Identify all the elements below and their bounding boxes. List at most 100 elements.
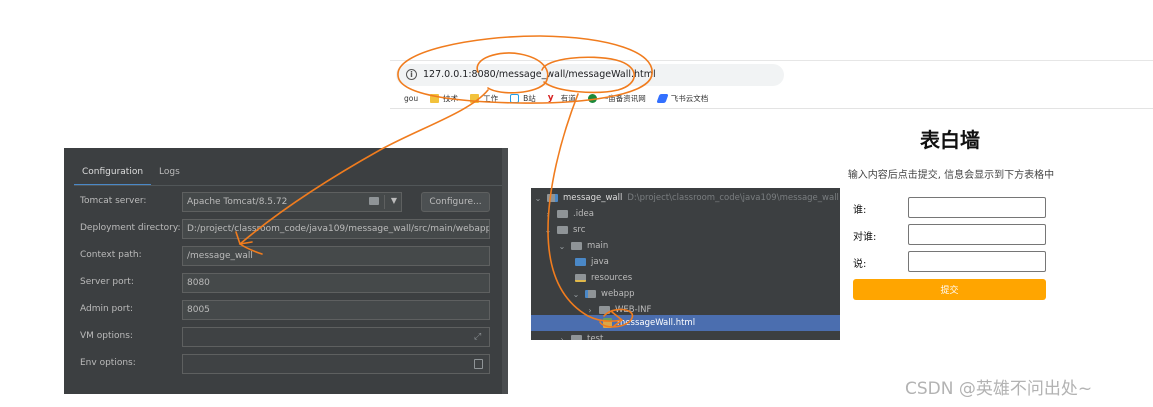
tab-logs[interactable]: Logs: [151, 162, 188, 186]
bookmark-gou[interactable]: gou: [404, 94, 418, 103]
watermark: CSDN @英雄不问出处~: [905, 379, 1093, 399]
tab-configuration[interactable]: Configuration: [74, 162, 152, 186]
folder-icon[interactable]: [369, 197, 379, 205]
source-folder-icon: [575, 258, 586, 266]
bookmark-label: 有道: [560, 93, 576, 103]
bookmark-label: 技术: [443, 93, 459, 103]
server-port-label: Server port:: [80, 277, 134, 287]
browser-top-border: [390, 60, 1153, 61]
env-options-label: Env options:: [80, 358, 136, 368]
vm-options-label: VM options:: [80, 331, 133, 341]
bookmark-tech-folder[interactable]: 技术: [430, 93, 458, 104]
configure-button[interactable]: Configure...: [421, 192, 490, 212]
chevron-right-icon[interactable]: ›: [543, 210, 553, 219]
page-subtitle: 输入内容后点击提交, 信息会显示到下方表格中: [847, 170, 1055, 181]
url-text[interactable]: 127.0.0.1:8080/message_wall/messageWall.…: [423, 69, 656, 80]
deployment-directory-label: Deployment directory:: [80, 223, 181, 233]
vm-options-row: VM options: ⤢: [80, 327, 490, 347]
vm-options-field[interactable]: ⤢: [182, 327, 490, 347]
message-row: 说:: [853, 251, 1048, 273]
tomcat-server-label: Tomcat server:: [80, 196, 147, 206]
resources-folder-icon: [575, 274, 586, 282]
bookmarks-bar: gou 技术 工作 B站 y 有道 一亩备资讯网 飞书云文档: [404, 90, 720, 106]
tomcat-server-row: Tomcat server: Apache Tomcat/8.5.72 ▼ Co…: [80, 192, 490, 212]
tree-item-label: java: [591, 257, 609, 267]
field-divider: [384, 195, 385, 209]
web-folder-icon: [585, 290, 596, 298]
browser-chrome: i 127.0.0.1:8080/message_wall/messageWal…: [390, 60, 1153, 110]
chevron-right-icon[interactable]: ›: [557, 335, 567, 341]
config-tabs: Configuration Logs: [74, 162, 188, 186]
folder-icon: [430, 93, 440, 103]
from-input[interactable]: [908, 197, 1046, 218]
deployment-directory-row: Deployment directory: D:/project/classro…: [80, 219, 490, 239]
tomcat-server-select[interactable]: Apache Tomcat/8.5.72 ▼: [182, 192, 402, 212]
bookmark-feishu[interactable]: 飞书云文档: [656, 93, 709, 104]
tomcat-server-value: Apache Tomcat/8.5.72: [187, 197, 288, 207]
scrollbar[interactable]: [502, 148, 508, 394]
tree-item-idea[interactable]: › .idea: [531, 206, 840, 222]
context-path-row: Context path: /message_wall: [80, 246, 490, 266]
admin-port-field[interactable]: 8005: [182, 300, 490, 320]
info-icon[interactable]: i: [406, 69, 417, 80]
bookmark-label: B站: [523, 93, 536, 103]
html-file-icon: [603, 318, 612, 328]
tree-item-label: resources: [591, 273, 633, 283]
to-label: 对谁:: [853, 232, 877, 243]
chevron-down-icon[interactable]: ▼: [391, 196, 397, 205]
browser-divider: [390, 108, 1153, 109]
tab-divider: [74, 185, 502, 186]
tree-item-label: WEB-INF: [615, 305, 652, 315]
tree-item-main[interactable]: ⌄ main: [531, 238, 840, 254]
context-path-field[interactable]: /message_wall: [182, 246, 490, 266]
bookmark-news[interactable]: 一亩备资讯网: [587, 93, 646, 104]
expand-icon[interactable]: ⤢: [474, 332, 483, 342]
tree-item-label: .idea: [573, 209, 594, 219]
chevron-down-icon[interactable]: ⌄: [571, 290, 581, 299]
tree-item-label: test: [587, 334, 604, 340]
env-options-field[interactable]: [182, 354, 490, 374]
deployment-directory-field[interactable]: D:/project/classroom_code/java109/messag…: [182, 219, 490, 239]
tree-item-label: main: [587, 241, 609, 251]
project-tree: ⌄ message_wall D:\project\classroom_code…: [531, 188, 840, 340]
to-input[interactable]: [908, 224, 1046, 245]
folder-icon: [571, 335, 582, 340]
bookmark-label: 飞书云文档: [670, 93, 709, 103]
bookmark-label: 一亩备资讯网: [600, 93, 646, 103]
env-options-row: Env options:: [80, 354, 490, 374]
globe-icon: [587, 93, 597, 103]
chevron-down-icon[interactable]: ⌄: [543, 226, 553, 235]
tree-item-messagewall-html[interactable]: messageWall.html: [531, 315, 840, 331]
run-configuration-panel: Configuration Logs Tomcat server: Apache…: [64, 148, 508, 394]
page-title: 表白墙: [920, 128, 980, 152]
bookmark-youdao[interactable]: y 有道: [548, 93, 576, 104]
tree-root[interactable]: ⌄ message_wall D:\project\classroom_code…: [531, 190, 840, 206]
to-row: 对谁:: [853, 224, 1048, 246]
chevron-down-icon[interactable]: ⌄: [533, 194, 543, 203]
bookmark-work-folder[interactable]: 工作: [470, 93, 498, 104]
admin-port-row: Admin port: 8005: [80, 300, 490, 320]
folder-icon: [599, 306, 610, 314]
tree-item-webapp[interactable]: ⌄ webapp: [531, 286, 840, 302]
tree-root-path: D:\project\classroom_code\java109\messag…: [627, 193, 839, 203]
tree-root-name: message_wall: [563, 193, 623, 203]
message-input[interactable]: [908, 251, 1046, 272]
bookmark-bilibili[interactable]: B站: [510, 93, 536, 104]
tree-item-label: webapp: [601, 289, 635, 299]
tree-item-test[interactable]: › test: [531, 331, 840, 340]
folder-icon: [557, 210, 568, 218]
chevron-right-icon[interactable]: ›: [585, 306, 595, 315]
feishu-icon: [656, 93, 669, 103]
list-icon[interactable]: [474, 359, 483, 369]
bookmark-label: gou: [404, 93, 419, 103]
server-port-field[interactable]: 8080: [182, 273, 490, 293]
tree-item-src[interactable]: ⌄ src: [531, 222, 840, 238]
tree-item-resources[interactable]: resources: [531, 270, 840, 286]
message-label: 说:: [853, 259, 867, 270]
folder-icon: [470, 93, 480, 103]
tree-item-java[interactable]: java: [531, 254, 840, 270]
youdao-icon: y: [547, 93, 554, 103]
chevron-down-icon[interactable]: ⌄: [557, 242, 567, 251]
submit-button[interactable]: 提交: [853, 279, 1046, 300]
address-bar[interactable]: i 127.0.0.1:8080/message_wall/messageWal…: [396, 64, 784, 86]
